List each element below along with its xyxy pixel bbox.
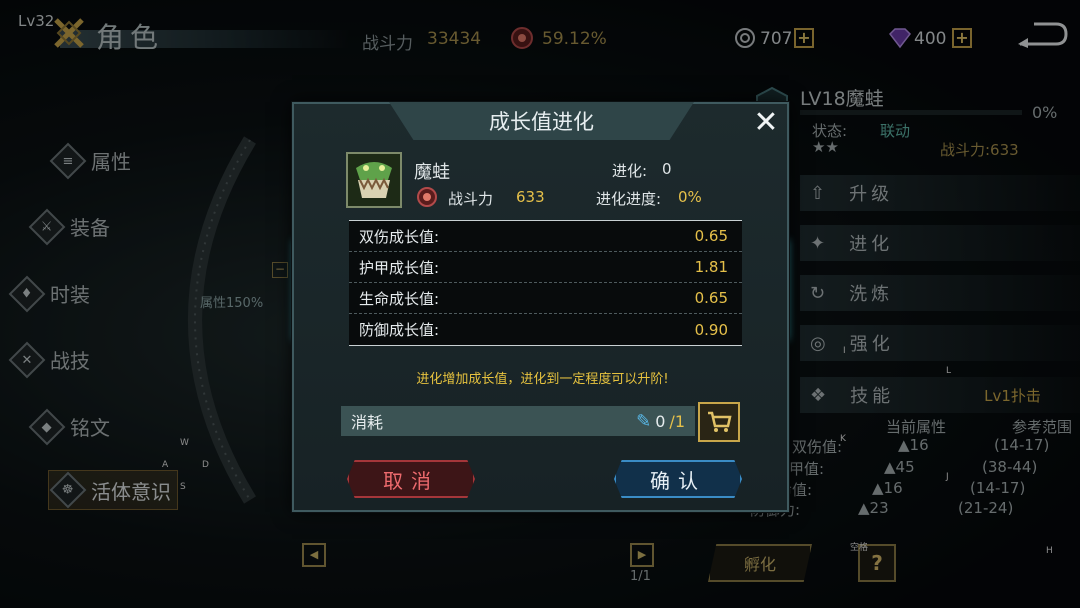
power-label: 战斗力 <box>448 190 494 208</box>
syringe-icon: ✎ <box>636 410 652 432</box>
evolve-progress-label: 进化进度: <box>596 190 662 208</box>
cost-bar: 消耗 ✎ 0/1 <box>341 406 695 436</box>
evolve-label: 进化: <box>612 162 648 180</box>
table-row: 生命成长值: 0.65 <box>349 283 742 314</box>
cost-label: 消耗 <box>351 413 384 432</box>
evolve-value: 0 <box>662 160 672 178</box>
confirm-button[interactable]: 确认 <box>614 460 742 498</box>
close-icon[interactable]: ✕ <box>752 108 780 140</box>
cost-have: 0 <box>655 411 666 431</box>
cost-need: /1 <box>669 411 685 431</box>
dialog-title: 成长值进化 <box>389 102 694 140</box>
evolution-hint: 进化增加成长值，进化到一定程度可以升阶! <box>416 372 669 387</box>
power-orb-icon <box>416 186 438 208</box>
table-row: 防御成长值: 0.90 <box>349 314 742 345</box>
cancel-button[interactable]: 取消 <box>347 460 475 498</box>
frog-pet-icon <box>346 152 402 208</box>
power-value: 633 <box>516 188 545 206</box>
cart-icon <box>708 411 732 432</box>
growth-stats-table: 双伤成长值: 0.65 护甲成长值: 1.81 生命成长值: 0.65 防御成长值: 0… <box>349 220 742 346</box>
shop-cart-button[interactable] <box>698 402 740 442</box>
evolve-progress-value: 0% <box>678 188 702 206</box>
evolution-dialog: 成长值进化 魔蛙 战斗力 633 进化: 0 进化进度: 0% 双伤成长值: 0.… <box>292 102 789 512</box>
table-row: 护甲成长值: 1.81 <box>349 252 742 283</box>
pet-name: 魔蛙 <box>414 162 450 183</box>
table-row: 双伤成长值: 0.65 <box>349 221 742 252</box>
